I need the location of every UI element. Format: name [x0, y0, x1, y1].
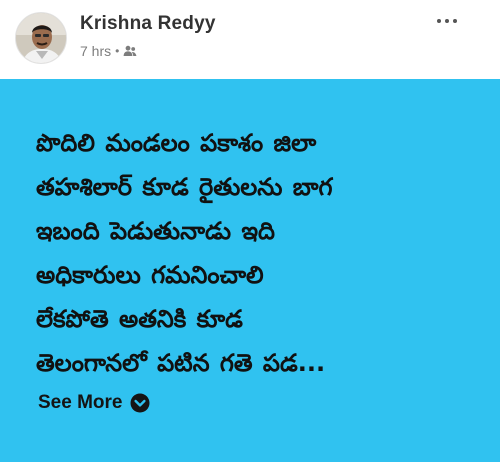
facebook-post: Krishna Redyy 7 hrs • పొదిలి మండలం పకాశం… [0, 0, 500, 466]
meta-separator: • [115, 44, 120, 58]
avatar-photo-icon [16, 13, 66, 63]
more-options-dot [445, 19, 449, 23]
post-timestamp[interactable]: 7 hrs [80, 43, 111, 59]
see-more-label: See More [38, 392, 123, 413]
more-options-button[interactable] [427, 8, 467, 34]
more-options-dot [453, 19, 457, 23]
friends-icon[interactable] [123, 45, 137, 57]
post-bottom-divider [0, 462, 500, 466]
chevron-down-circle-icon [130, 393, 150, 413]
author-avatar[interactable] [15, 12, 67, 64]
see-more-button[interactable]: See More [38, 392, 150, 414]
author-name[interactable]: Krishna Redyy [80, 13, 216, 35]
post-text: పొదిలి మండలం పకాశం జిలా తహశిలార్ కూడ రైత… [36, 129, 333, 377]
post-content-card: పొదిలి మండలం పకాశం జిలా తహశిలార్ కూడ రైత… [0, 79, 500, 462]
post-meta: 7 hrs • [80, 42, 137, 60]
post-header: Krishna Redyy 7 hrs • [0, 0, 500, 78]
more-options-icon [437, 19, 441, 23]
